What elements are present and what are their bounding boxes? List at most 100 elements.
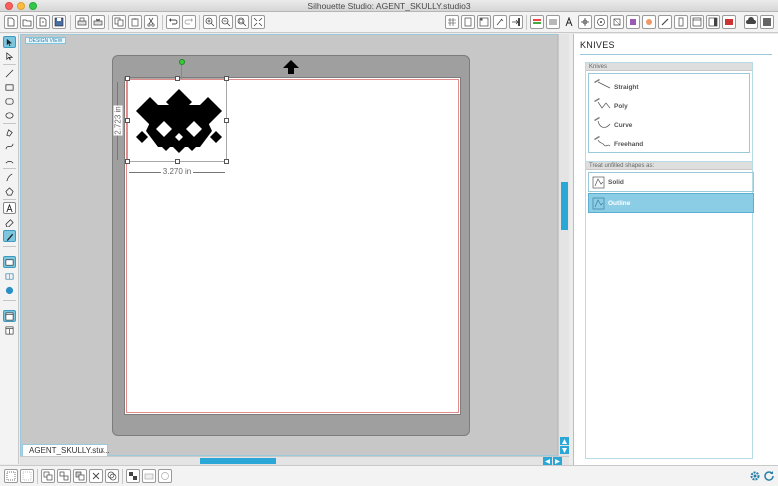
ungroup-icon[interactable] <box>57 469 71 483</box>
cut-icon[interactable] <box>144 15 158 29</box>
replicate-icon[interactable] <box>594 15 608 29</box>
text-tool-icon[interactable] <box>3 202 16 214</box>
scroll-down-icon[interactable] <box>560 446 569 454</box>
resize-handle-e[interactable] <box>224 118 229 123</box>
panel-toggle-icon[interactable] <box>706 15 720 29</box>
vertical-scrollbar[interactable] <box>558 34 569 456</box>
design-canvas[interactable]: DESIGN VIEW 2.723 in 3.270 in <box>20 34 558 456</box>
resize-handle-w[interactable] <box>125 118 130 123</box>
knife-tool-icon[interactable] <box>3 230 16 242</box>
horizontal-scroll-thumb[interactable] <box>200 458 276 464</box>
knife-straight[interactable]: Straight <box>592 76 752 94</box>
modify-icon[interactable] <box>610 15 624 29</box>
sketch-icon[interactable] <box>760 15 774 29</box>
page-area[interactable]: 2.723 in 3.270 in <box>113 59 461 415</box>
resize-handle-ne[interactable] <box>224 76 229 81</box>
select-all-icon[interactable] <box>4 469 18 483</box>
store-view-icon[interactable] <box>3 284 16 296</box>
knife-freehand[interactable]: Freehand <box>592 133 752 151</box>
selection-box[interactable] <box>125 59 229 164</box>
document-tab[interactable]: AGENT_SKULLY.stu... x <box>22 444 110 456</box>
new-file-icon[interactable] <box>4 15 18 29</box>
gear-icon[interactable] <box>749 470 761 482</box>
zoom-in-icon[interactable] <box>203 15 217 29</box>
knife-curve[interactable]: Curve <box>592 114 752 132</box>
open-recent-icon[interactable] <box>36 15 50 29</box>
resize-handle-n[interactable] <box>175 76 180 81</box>
grid-icon[interactable] <box>445 15 459 29</box>
transform-icon[interactable] <box>578 15 592 29</box>
single-view-icon[interactable] <box>3 310 16 322</box>
group-icon[interactable] <box>41 469 55 483</box>
offset-icon[interactable] <box>626 15 640 29</box>
page-setup-icon[interactable] <box>461 15 475 29</box>
knife-icon[interactable] <box>658 15 672 29</box>
select-tool-icon[interactable] <box>3 36 16 48</box>
eraser-tool-icon[interactable] <box>3 216 16 228</box>
paste-icon[interactable] <box>128 15 142 29</box>
knife-poly[interactable]: Poly <box>592 95 752 113</box>
polygon-tool-icon[interactable] <box>3 126 16 138</box>
fill-icon[interactable] <box>530 15 544 29</box>
feed-direction-arrow-icon <box>283 60 299 74</box>
zoom-out-icon[interactable] <box>219 15 233 29</box>
send-icon[interactable] <box>509 15 523 29</box>
line-icon[interactable] <box>546 15 560 29</box>
design-view-icon[interactable] <box>3 256 16 268</box>
registration-icon[interactable] <box>477 15 491 29</box>
print-cut-icon[interactable] <box>91 15 105 29</box>
treat-section-header: Treat unfilled shapes as: <box>586 162 752 170</box>
resize-handle-se[interactable] <box>224 159 229 164</box>
resize-handle-s[interactable] <box>175 159 180 164</box>
library-view-icon[interactable] <box>3 270 16 282</box>
make-compound-path-icon[interactable] <box>105 469 119 483</box>
smooth-freehand-tool-icon[interactable] <box>3 185 16 197</box>
store-icon[interactable] <box>722 15 736 29</box>
rotate-handle[interactable] <box>179 59 185 65</box>
point-edit-tool-icon[interactable] <box>3 50 16 62</box>
undo-icon[interactable] <box>166 15 180 29</box>
arc-tool-icon[interactable] <box>3 154 16 166</box>
resize-handle-sw[interactable] <box>125 159 130 164</box>
save-icon[interactable] <box>52 15 66 29</box>
duplicate-icon[interactable] <box>73 469 87 483</box>
zoom-select-icon[interactable] <box>235 15 249 29</box>
knife-poly-icon <box>594 98 611 109</box>
library-icon[interactable] <box>690 15 704 29</box>
design-view-tab[interactable]: DESIGN VIEW <box>25 37 67 44</box>
scroll-right-icon[interactable] <box>553 457 562 465</box>
scroll-up-icon[interactable] <box>560 437 569 445</box>
left-toolbar <box>0 34 19 464</box>
open-file-icon[interactable] <box>20 15 34 29</box>
bring-to-front-icon[interactable] <box>142 469 156 483</box>
fit-to-page-icon[interactable] <box>251 15 265 29</box>
treat-outline-option[interactable]: Outline <box>588 193 754 213</box>
copy-icon[interactable] <box>112 15 126 29</box>
rounded-rectangle-tool-icon[interactable] <box>3 95 16 107</box>
split-view-icon[interactable] <box>3 324 16 336</box>
scroll-left-icon[interactable] <box>543 457 552 465</box>
deselect-icon[interactable] <box>20 469 34 483</box>
freehand-tool-icon[interactable] <box>3 171 16 183</box>
vertical-scroll-thumb[interactable] <box>561 182 568 230</box>
release-compound-path-icon[interactable] <box>126 469 140 483</box>
line-tool-icon[interactable] <box>3 67 16 79</box>
treat-solid-option[interactable]: Solid <box>588 172 754 192</box>
close-tab-icon[interactable]: x <box>101 445 105 456</box>
rectangle-tool-icon[interactable] <box>3 81 16 93</box>
cut-settings-icon[interactable] <box>493 15 507 29</box>
horizontal-scrollbar[interactable] <box>20 456 569 465</box>
curve-tool-icon[interactable] <box>3 140 16 152</box>
skull-design[interactable] <box>136 87 222 159</box>
ellipse-tool-icon[interactable] <box>3 109 16 121</box>
resize-handle-nw[interactable] <box>125 76 130 81</box>
refresh-icon[interactable] <box>763 470 775 482</box>
delete-icon[interactable] <box>89 469 103 483</box>
eraser-icon[interactable] <box>674 15 688 29</box>
trace-icon[interactable] <box>642 15 656 29</box>
send-to-back-icon[interactable] <box>158 469 172 483</box>
cloud-icon[interactable] <box>744 15 758 29</box>
redo-icon[interactable] <box>182 15 196 29</box>
print-icon[interactable] <box>75 15 89 29</box>
text-icon[interactable] <box>562 15 576 29</box>
